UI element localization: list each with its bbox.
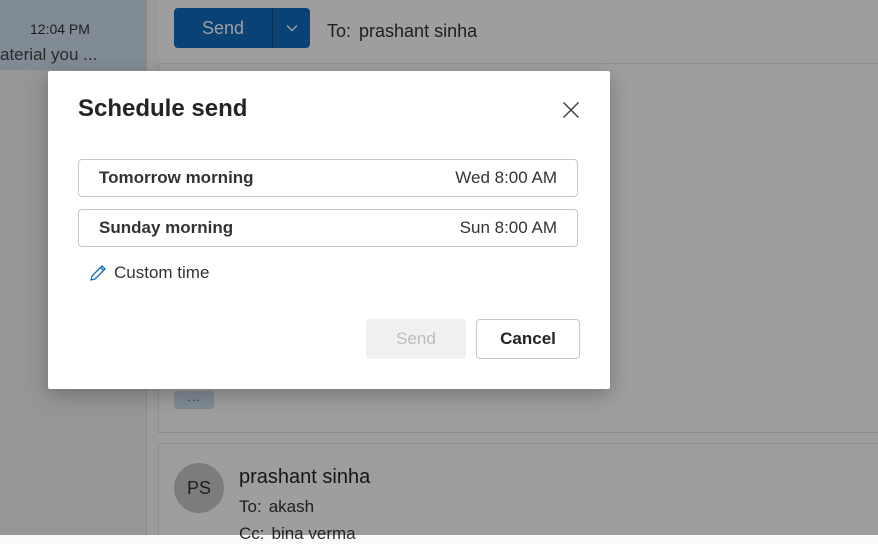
custom-time-label: Custom time <box>114 263 210 282</box>
schedule-send-button[interactable]: Send <box>366 319 466 359</box>
option-tomorrow-morning[interactable]: Tomorrow morning Wed 8:00 AM <box>78 159 578 197</box>
option-sunday-morning[interactable]: Sunday morning Sun 8:00 AM <box>78 209 578 247</box>
option-label: Tomorrow morning <box>99 168 254 187</box>
option-label: Sunday morning <box>99 218 234 237</box>
dialog-title: Schedule send <box>78 95 248 122</box>
close-button[interactable] <box>556 95 586 125</box>
option-time: Wed 8:00 AM <box>455 168 557 187</box>
cancel-button[interactable]: Cancel <box>476 319 580 359</box>
pencil-icon <box>90 265 106 281</box>
close-icon <box>562 101 580 119</box>
option-time: Sun 8:00 AM <box>459 218 557 237</box>
custom-time-link[interactable]: Custom time <box>88 263 209 283</box>
schedule-send-dialog: Schedule send Tomorrow morning Wed 8:00 … <box>48 71 610 389</box>
